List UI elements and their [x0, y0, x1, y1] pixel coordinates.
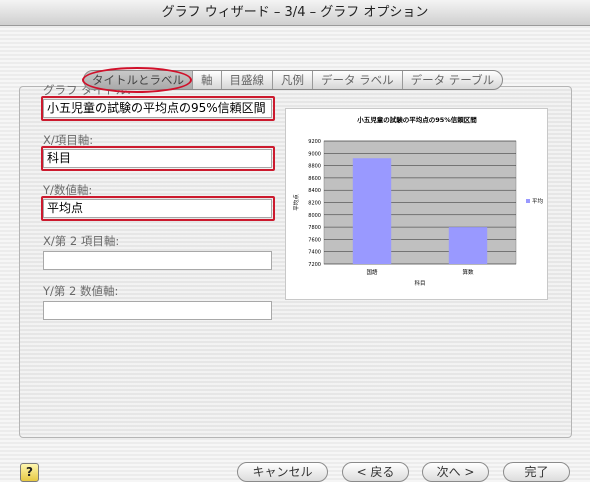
chart-preview: 小五児童の試験の平均点の95%信頼区間 7200 7400 7600 7800 8000 8… — [285, 108, 548, 300]
x2-axis-label: X/第 2 項目軸: — [43, 234, 120, 248]
x-axis-highlight — [41, 146, 275, 171]
help-button[interactable]: ? — [20, 463, 39, 482]
chart-title: 小五児童の試験の平均点の95%信頼区間 — [356, 115, 477, 124]
y-tick-label: 8200 — [308, 201, 321, 207]
y-axis-highlight — [41, 196, 275, 221]
bar — [352, 158, 392, 264]
y-axis-title: 平均点 — [292, 194, 300, 211]
y-tick-label: 8800 — [308, 164, 321, 170]
tab-axes[interactable]: 軸 — [193, 71, 222, 89]
y-tick-label: 7200 — [308, 262, 321, 268]
tab-legend[interactable]: 凡例 — [273, 71, 313, 89]
y-tick-label: 8000 — [308, 213, 321, 219]
x-tick-label: 国語 — [366, 268, 378, 276]
dialog-content: タイトルとラベル 軸 目盛線 凡例 データ ラベル データ テーブル グラフ タ… — [0, 26, 590, 482]
y-tick-label: 9200 — [308, 139, 321, 145]
tab-data-table[interactable]: データ テーブル — [403, 71, 502, 89]
bar — [448, 227, 488, 264]
legend-label: 平均 — [532, 197, 544, 205]
y-tick-label: 7600 — [308, 237, 321, 243]
finish-button[interactable]: 完了 — [503, 462, 570, 482]
chart-title-highlight — [41, 96, 275, 121]
cancel-button[interactable]: キャンセル — [237, 462, 328, 482]
y-tick-label: 7400 — [308, 250, 321, 256]
y-tick-label: 7800 — [308, 225, 321, 231]
y2-axis-label: Y/第 2 数値軸: — [43, 284, 119, 298]
chart-svg: 小五児童の試験の平均点の95%信頼区間 7200 7400 7600 7800 8000 8… — [292, 115, 544, 287]
x-axis-title: 科目 — [414, 279, 425, 287]
y2-axis-field[interactable] — [43, 301, 272, 320]
tab-highlight-circle — [82, 67, 192, 93]
legend-swatch — [526, 199, 530, 203]
next-button[interactable]: 次へ > — [422, 462, 489, 482]
tab-gridlines[interactable]: 目盛線 — [222, 71, 273, 89]
window-title: グラフ ウィザード – 3/4 – グラフ オプション — [0, 0, 590, 26]
back-button[interactable]: < 戻る — [342, 462, 409, 482]
tab-data-labels[interactable]: データ ラベル — [313, 71, 403, 89]
y-tick-label: 8600 — [308, 176, 321, 182]
y-tick-label: 8400 — [308, 188, 321, 194]
x-tick-label: 算数 — [462, 268, 474, 276]
y-tick-label: 9000 — [308, 151, 321, 157]
x2-axis-field[interactable] — [43, 251, 272, 270]
